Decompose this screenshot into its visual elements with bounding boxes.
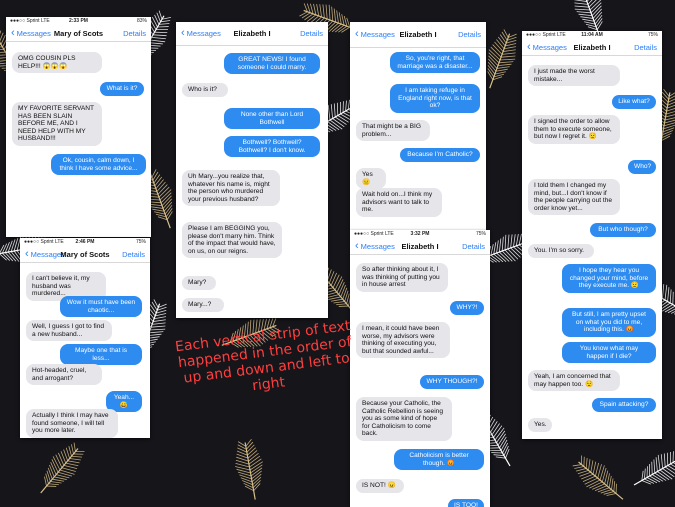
message-bubble: I signed the order to allow them to exec… xyxy=(528,115,620,144)
message-bubble: WHY?! xyxy=(450,301,484,315)
screenshot-elizabeth-2: ‹ Messages Elizabeth I Details So, you're… xyxy=(350,22,486,230)
feather-shape xyxy=(633,451,675,486)
screenshot-elizabeth-1: ‹ Messages Elizabeth I Details GREAT NEWS… xyxy=(176,22,328,318)
details-button[interactable]: Details xyxy=(123,29,146,38)
conversation-header: ‹ Messages Elizabeth I Details xyxy=(176,22,328,46)
message-bubble: What is it? xyxy=(100,82,144,96)
feather-shape xyxy=(572,455,624,500)
message-bubble: Please I am BEGGING you, please don't ma… xyxy=(182,222,282,259)
details-button[interactable]: Details xyxy=(462,242,485,251)
status-time: 2:46 PM xyxy=(75,239,95,245)
message-bubble: I mean, it could have been worse, my adv… xyxy=(356,322,450,359)
message-bubble: Yes. xyxy=(528,418,552,432)
message-bubble: Mary? xyxy=(182,276,216,290)
message-bubble: Who is it? xyxy=(182,83,228,97)
screenshot-mary-2: ●●●○○ Sprint LTE 2:46 PM 75% ‹ Messages M… xyxy=(20,238,150,438)
message-bubble: Like what? xyxy=(612,95,656,109)
back-label: Messages xyxy=(532,42,567,52)
chevron-left-icon: ‹ xyxy=(355,239,359,252)
message-bubble: Catholicism is better though. 😡 xyxy=(394,449,484,471)
message-bubble: You know what may happen if I die? xyxy=(562,342,656,364)
message-bubble: I hope they hear you changed your mind, … xyxy=(562,264,656,293)
status-time: 3:32 PM xyxy=(410,231,430,237)
chevron-left-icon: ‹ xyxy=(527,40,531,53)
message-bubble: That might be a BIG problem... xyxy=(356,120,430,142)
message-bubble: Wow it must have been chaotic... xyxy=(60,296,142,318)
conversation-header: ‹ Messages Mary of Scots Details xyxy=(6,25,151,42)
message-bubble: But who though? xyxy=(590,223,656,237)
back-button[interactable]: ‹ Messages xyxy=(25,247,65,260)
message-bubble: I told them I changed my mind, but...I d… xyxy=(528,179,620,216)
screenshot-elizabeth-3: ●●●○○ Sprint LTE 3:32 PM 75% ‹ Messages E… xyxy=(350,230,490,507)
message-bubble: Because I'm Catholic? xyxy=(400,148,480,162)
details-button[interactable]: Details xyxy=(458,30,481,39)
chevron-left-icon: ‹ xyxy=(25,247,29,260)
screenshot-elizabeth-4: ●●●○○ Sprint LTE 11:04 AM 75% ‹ Messages … xyxy=(522,31,662,439)
message-bubble: Hot-headed, cruel, and arrogant? xyxy=(26,364,102,386)
chevron-left-icon: ‹ xyxy=(181,27,185,39)
message-bubble: OMG COUSIN PLS HELP!!! 😱😱😱 xyxy=(12,52,102,74)
back-label: Messages xyxy=(16,28,51,38)
back-button[interactable]: ‹ Messages xyxy=(355,29,395,40)
details-button[interactable]: Details xyxy=(634,43,657,52)
message-bubble: None other than Lord Bothwell xyxy=(224,108,320,130)
message-bubble: But still, I am pretty upset on what you… xyxy=(562,308,656,337)
back-button[interactable]: ‹ Messages xyxy=(355,239,395,252)
conversation-header: ‹ Messages Elizabeth I Details xyxy=(350,22,486,48)
message-bubble: Yeah, I am concerned that may happen too… xyxy=(528,370,620,392)
message-bubble: IS NOT! 😠 xyxy=(356,479,404,493)
message-bubble: Wait hold on...I think my advisors want … xyxy=(356,188,442,217)
message-bubble: WHY THOUGH?! xyxy=(420,375,484,389)
conversation-header: ‹ Messages Elizabeth I Details xyxy=(522,39,662,56)
message-bubble: Mary...? xyxy=(182,298,224,312)
message-bubble: So, you're right, that marriage was a di… xyxy=(390,52,480,74)
message-bubble: Maybe one that is less... xyxy=(60,344,142,366)
message-bubble: Actually I think I may have found someon… xyxy=(26,409,118,438)
message-bubble: Because your Catholic, the Catholic Rebe… xyxy=(356,397,452,441)
back-label: Messages xyxy=(30,249,65,259)
status-bar: ●●●○○ Sprint LTE 2:33 PM 83% xyxy=(6,17,151,25)
feather-shape xyxy=(235,439,263,500)
message-bubble: IS TOO! xyxy=(448,499,484,507)
message-bubble: GREAT NEWS! I found someone I could marr… xyxy=(224,53,320,75)
message-bubble: So after thinking about it, I was thinki… xyxy=(356,263,448,292)
status-time: 2:33 PM xyxy=(69,18,88,24)
chevron-left-icon: ‹ xyxy=(355,28,359,40)
details-button[interactable]: Details xyxy=(122,250,145,259)
message-bubble: MY FAVORITE SERVANT HAS BEEN SLAIN BEFOR… xyxy=(12,102,102,146)
message-bubble: Ok, cousin, calm down, I think I have so… xyxy=(51,154,146,176)
conversation-header: ‹ Messages Mary of Scots Details xyxy=(20,246,150,263)
status-bar: ●●●○○ Sprint LTE 2:46 PM 75% xyxy=(20,238,150,246)
back-button[interactable]: ‹ Messages xyxy=(11,26,51,39)
details-button[interactable]: Details xyxy=(300,29,323,38)
message-bubble: I just made the worst mistake... xyxy=(528,65,620,87)
back-label: Messages xyxy=(186,29,221,38)
feather-shape xyxy=(40,442,85,494)
message-bubble: I am taking refuge in England right now,… xyxy=(390,84,480,113)
status-bar: ●●●○○ Sprint LTE 3:32 PM 75% xyxy=(350,230,490,238)
status-bar: ●●●○○ Sprint LTE 11:04 AM 75% xyxy=(522,31,662,39)
message-bubble: You. I'm so sorry. xyxy=(528,244,594,258)
message-bubble: Uh Mary...you realize that, whatever his… xyxy=(182,170,280,207)
message-bubble: Yes 😐 xyxy=(356,168,386,190)
message-bubble: Well, I guess I got to find a new husban… xyxy=(26,320,112,342)
back-button[interactable]: ‹ Messages xyxy=(527,40,567,53)
back-button[interactable]: ‹ Messages xyxy=(181,28,221,39)
message-bubble: Spain attacking? xyxy=(592,398,656,412)
screenshot-mary-1: ●●●○○ Sprint LTE 2:33 PM 83% ‹ Messages M… xyxy=(6,17,151,237)
conversation-header: ‹ Messages Elizabeth I Details xyxy=(350,238,490,255)
message-bubble: Who? xyxy=(628,160,656,174)
status-time: 11:04 AM xyxy=(581,32,603,38)
message-bubble: Bothwell? Bothwell? Bothwell? I don't kn… xyxy=(224,136,320,158)
back-label: Messages xyxy=(360,30,395,39)
back-label: Messages xyxy=(360,241,395,251)
chevron-left-icon: ‹ xyxy=(11,26,15,39)
